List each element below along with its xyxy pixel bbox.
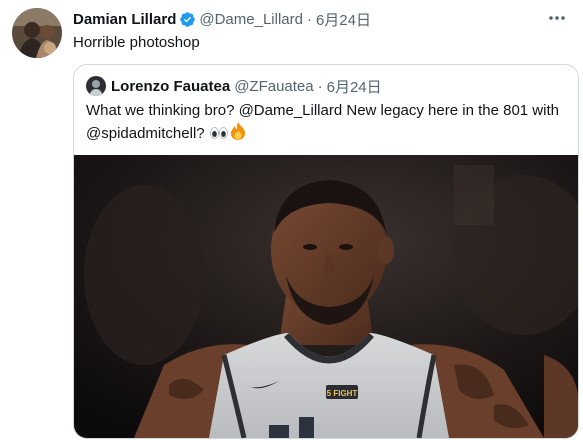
quoted-author-name: Lorenzo Fauatea: [111, 77, 231, 95]
quoted-author-avatar: [86, 76, 106, 96]
mention-dame-lillard[interactable]: @Dame_Lillard: [239, 102, 343, 119]
author-handle[interactable]: @Dame_Lillard: [199, 11, 303, 28]
quoted-text-part: What we thinking bro?: [86, 102, 239, 119]
quoted-tweet-date: 6月24日: [326, 78, 382, 96]
fire-emoji-icon: [229, 121, 247, 147]
quoted-tweet-header: Lorenzo Fauatea @ZFauatea · 6月24日: [86, 76, 382, 96]
jersey-badge: 5 FIGHT: [327, 389, 358, 398]
quoted-separator-dot: ·: [317, 77, 323, 95]
tweet-date[interactable]: 6月24日: [316, 9, 371, 30]
author-name[interactable]: Damian Lillard: [73, 11, 176, 28]
quoted-author-handle: @ZFauatea: [234, 77, 314, 95]
mention-spidadmitchell[interactable]: @spidadmitchell: [86, 125, 196, 142]
quoted-tweet[interactable]: Lorenzo Fauatea @ZFauatea · 6月24日 What w…: [73, 64, 579, 439]
quoted-tweet-text: What we thinking bro? @Dame_Lillard New …: [86, 100, 566, 147]
eyes-emoji-icon: [209, 125, 229, 147]
tweet[interactable]: Damian Lillard @Dame_Lillard · 6月24日 Hor…: [0, 0, 583, 440]
quoted-text-part: ?: [196, 125, 209, 142]
separator-dot: ·: [306, 10, 312, 28]
more-options-icon[interactable]: [545, 8, 569, 28]
tweet-header: Damian Lillard @Dame_Lillard · 6月24日: [73, 9, 371, 29]
verified-badge-icon: [179, 11, 196, 28]
author-avatar[interactable]: [12, 8, 62, 58]
quoted-tweet-image[interactable]: 5 FIGHT: [74, 155, 578, 438]
tweet-text: Horrible photoshop: [73, 34, 200, 51]
quoted-text-part: New legacy here in the 801 with: [342, 102, 559, 119]
